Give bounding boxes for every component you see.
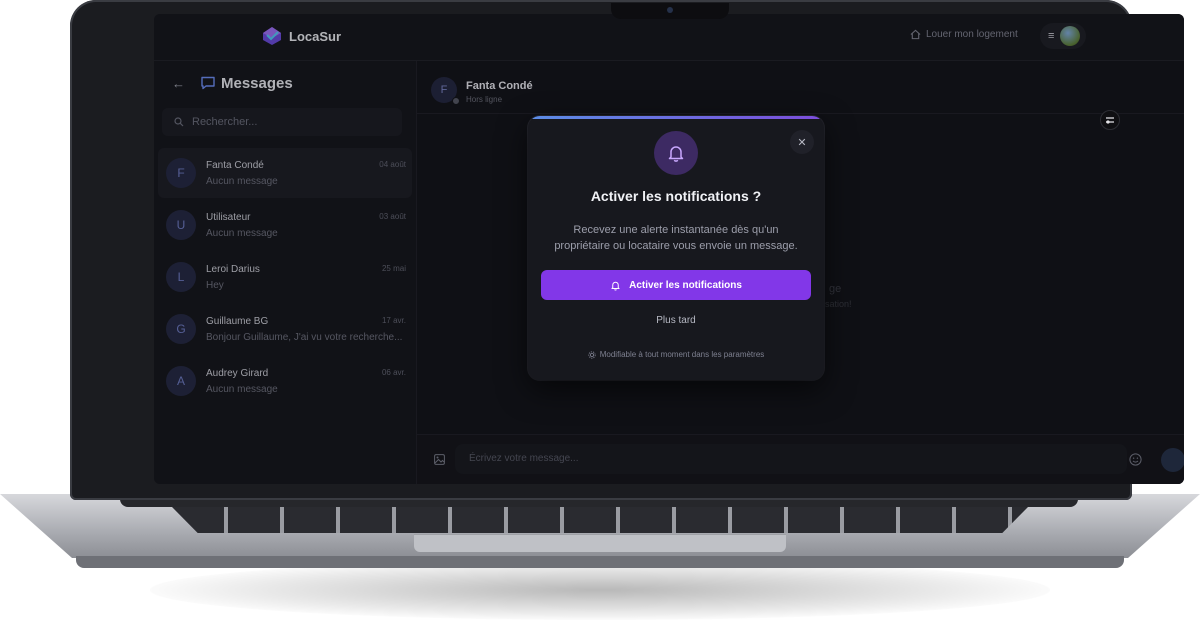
camera-icon (667, 7, 673, 13)
close-icon: ✕ (797, 136, 807, 149)
modal-footer-text: Modifiable à tout moment dans les paramè… (599, 350, 765, 359)
laptop-lid: LocaSur Louer mon logement ≡ ← Messages … (70, 0, 1184, 500)
laptop-shadow (150, 560, 1050, 620)
bell-icon (611, 281, 620, 290)
laptop-keyboard (172, 507, 1028, 533)
laptop-trackpad (414, 534, 786, 552)
settings-toggle-icon (1106, 117, 1114, 124)
laptop-foot (76, 556, 1124, 568)
modal-description: Recevez une alerte instantanée dès qu'un… (554, 224, 798, 252)
later-button[interactable]: Plus tard (626, 312, 726, 330)
modal-title: Activer les notifications ? (590, 188, 762, 204)
camera-notch (611, 3, 729, 19)
close-button[interactable]: ✕ (790, 130, 814, 154)
enable-notifications-button[interactable]: Activer les notifications (541, 270, 811, 300)
notifications-modal: ✕ Activer les notifications ? Recevez un… (528, 116, 824, 380)
bell-icon (668, 146, 684, 162)
modal-footer-note: Modifiable à tout moment dans les paramè… (528, 350, 824, 359)
enable-notifications-label: Activer les notifications (629, 279, 742, 291)
accessibility-widget-button[interactable] (1100, 110, 1120, 130)
bell-badge (654, 131, 698, 175)
modal-accent-bar (528, 116, 824, 119)
app-screen: LocaSur Louer mon logement ≡ ← Messages … (154, 14, 1184, 484)
gear-icon (588, 350, 596, 359)
